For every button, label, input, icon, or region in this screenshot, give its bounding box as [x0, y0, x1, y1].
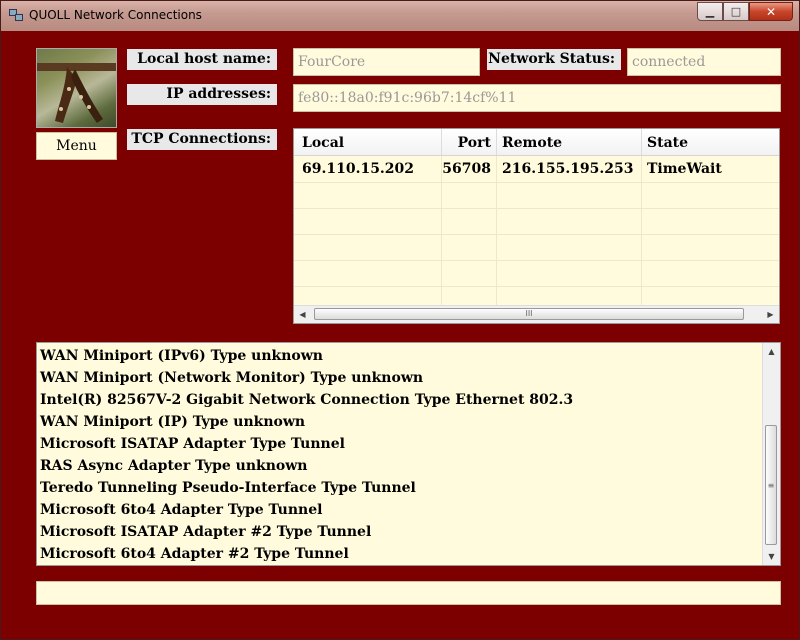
table-row	[294, 182, 779, 209]
close-button[interactable]: ✕	[749, 2, 793, 21]
network-status-field[interactable]: connected	[627, 48, 781, 76]
grid-header: Local Port Remote State	[294, 129, 779, 156]
network-status-label: Network Status:	[487, 49, 621, 70]
list-item[interactable]: WAN Miniport (Network Monitor) Type unkn…	[40, 367, 423, 389]
table-row[interactable]: 69.110.15.202 56708 216.155.195.253 Time…	[294, 156, 779, 183]
ip-addresses-label: IP addresses:	[127, 84, 277, 105]
list-item[interactable]: RAS Async Adapter Type unknown	[40, 455, 307, 477]
ip-addresses-field[interactable]: fe80::18a0:f91c:96b7:14cf%11	[293, 84, 781, 112]
tcp-connections-label: TCP Connections:	[127, 129, 277, 150]
column-header-state[interactable]: State	[642, 129, 779, 155]
cell-state: TimeWait	[647, 161, 722, 177]
table-row	[294, 234, 779, 261]
list-item[interactable]: WAN Miniport (IPv6) Type unknown	[40, 345, 323, 367]
scroll-left-icon[interactable]: ◀	[294, 306, 311, 323]
title-bar[interactable]: QUOLL Network Connections ▁ □ ✕	[1, 1, 799, 31]
window-title: QUOLL Network Connections	[29, 8, 202, 22]
list-item[interactable]: Teredo Tunneling Pseudo-Interface Type T…	[40, 477, 416, 499]
scroll-right-icon[interactable]: ▶	[762, 306, 779, 323]
scroll-down-icon[interactable]: ▼	[763, 548, 780, 565]
cell-local: 69.110.15.202	[294, 156, 442, 182]
table-row	[294, 286, 779, 306]
cell-remote: 216.155.195.253	[497, 156, 642, 182]
scroll-up-icon[interactable]: ▲	[763, 343, 780, 360]
vertical-scrollbar[interactable]: ▲ ≡ ▼	[762, 343, 780, 565]
avatar	[36, 48, 117, 128]
horizontal-scrollbar[interactable]: ◀ III ▶	[294, 305, 779, 323]
list-item[interactable]: Microsoft 6to4 Adapter Type Tunnel	[40, 499, 322, 521]
gecko-photo-icon	[37, 63, 116, 123]
adapters-list[interactable]: WAN Miniport (IPv6) Type unknown WAN Min…	[36, 342, 781, 566]
column-header-remote[interactable]: Remote	[497, 129, 642, 155]
tcp-connections-grid[interactable]: Local Port Remote State 69.110.15.202 56…	[293, 128, 780, 324]
minimize-button[interactable]: ▁	[697, 2, 723, 21]
network-app-icon	[9, 9, 23, 21]
table-row	[294, 208, 779, 235]
maximize-button[interactable]: □	[723, 2, 749, 21]
main-window: QUOLL Network Connections ▁ □ ✕ Menu Loc…	[0, 0, 800, 640]
local-host-field[interactable]: FourCore	[293, 48, 480, 76]
cell-port: 56708	[442, 156, 497, 182]
list-item[interactable]: Microsoft ISATAP Adapter #2 Type Tunnel	[40, 521, 371, 543]
menu-button[interactable]: Menu	[36, 132, 117, 160]
list-item[interactable]: Microsoft 6to4 Adapter #2 Type Tunnel	[40, 543, 349, 565]
local-host-label: Local host name:	[127, 49, 277, 70]
caption-buttons: ▁ □ ✕	[697, 2, 793, 21]
column-header-local[interactable]: Local	[294, 129, 442, 155]
vertical-scroll-thumb[interactable]: ≡	[765, 425, 777, 545]
table-row	[294, 260, 779, 287]
list-item[interactable]: WAN Miniport (IP) Type unknown	[40, 411, 305, 433]
list-item[interactable]: Intel(R) 82567V-2 Gigabit Network Connec…	[40, 389, 573, 411]
column-header-port[interactable]: Port	[442, 129, 497, 155]
horizontal-scroll-thumb[interactable]: III	[314, 308, 744, 320]
status-field	[36, 581, 781, 605]
list-item[interactable]: Microsoft ISATAP Adapter Type Tunnel	[40, 433, 345, 455]
